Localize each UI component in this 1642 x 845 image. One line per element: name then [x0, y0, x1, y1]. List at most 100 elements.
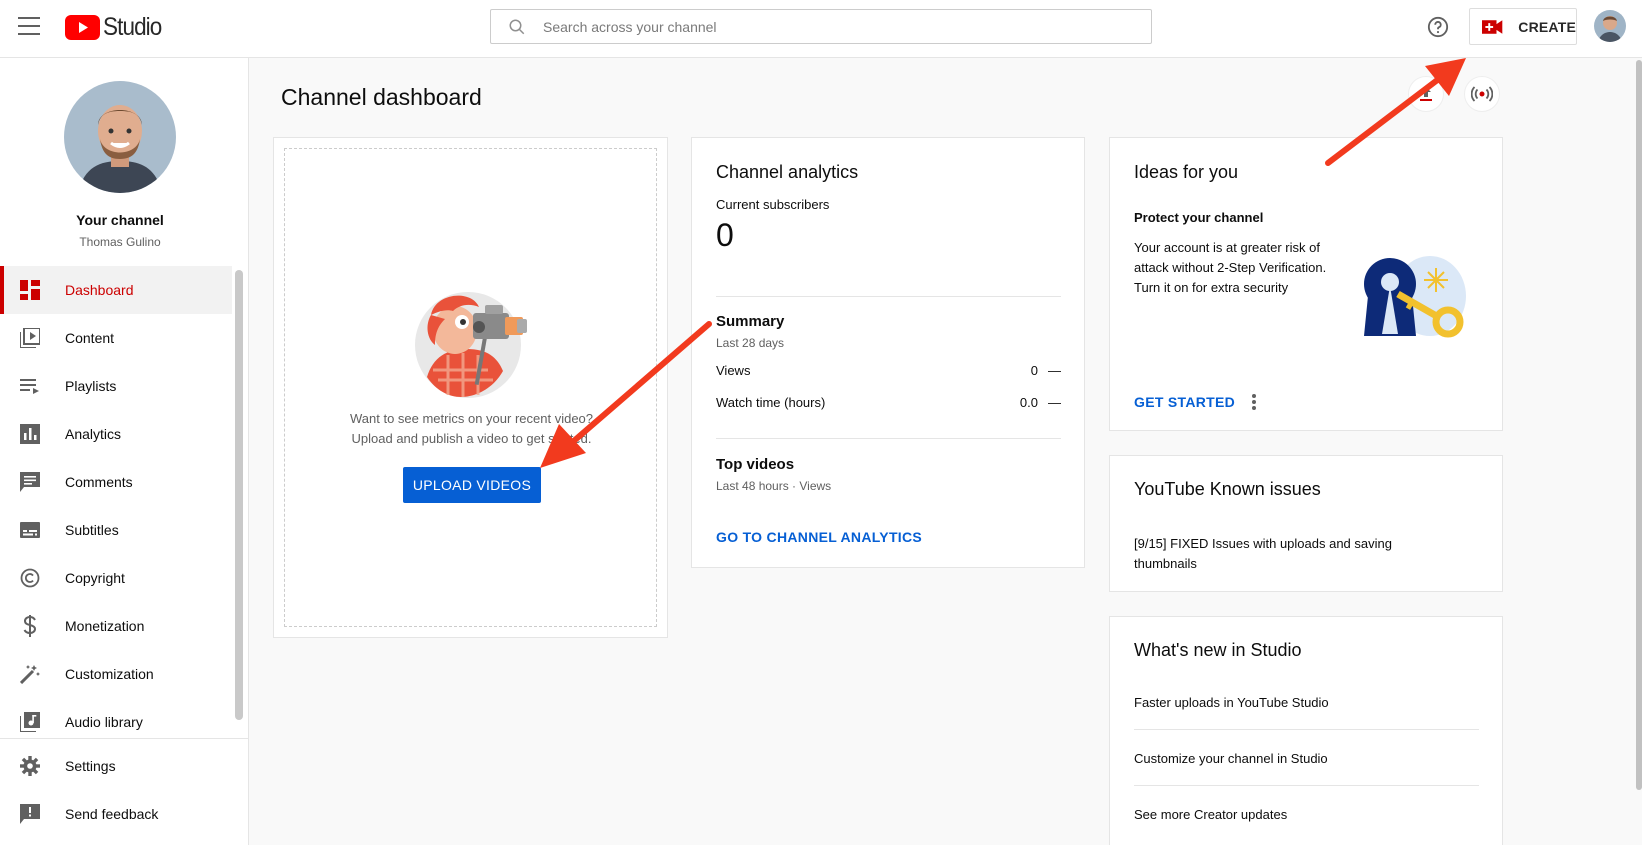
settings-icon	[18, 754, 42, 778]
youtube-logo-icon	[65, 15, 100, 40]
subtitles-icon	[18, 518, 42, 542]
sidebar-bottom: Settings Send feedback	[0, 738, 248, 838]
channel-title: Your channel	[76, 212, 164, 228]
ideas-card: Ideas for you Protect your channel Your …	[1109, 137, 1503, 431]
customization-icon	[18, 662, 42, 686]
sidebar-item-dashboard[interactable]: Dashboard	[0, 266, 232, 314]
help-icon[interactable]	[1427, 16, 1449, 43]
sidebar-item-subtitles[interactable]: Subtitles	[0, 506, 232, 554]
sidebar-item-label: Send feedback	[65, 806, 159, 822]
upload-message-line-2: Upload and publish a video to get starte…	[351, 431, 592, 446]
upload-icon[interactable]	[1408, 76, 1444, 112]
upload-card: Want to see metrics on your recent video…	[273, 137, 668, 638]
top-videos-period: Last 48 hours · Views	[716, 479, 832, 493]
page-scrollbar[interactable]	[1636, 60, 1642, 790]
divider	[716, 296, 1061, 297]
sidebar-item-label: Comments	[65, 474, 133, 490]
known-issues-title: YouTube Known issues	[1134, 479, 1321, 499]
metric-trend: —	[1048, 395, 1061, 410]
summary-title: Summary	[716, 313, 785, 330]
sidebar-item-playlists[interactable]: Playlists	[0, 362, 232, 410]
sidebar-item-monetization[interactable]: Monetization	[0, 602, 232, 650]
sidebar-item-label: Customization	[65, 666, 154, 682]
metric-label: Watch time (hours)	[716, 395, 826, 410]
current-subscribers-value: 0	[716, 217, 734, 253]
dashboard-icon	[18, 278, 42, 302]
upload-dropzone: Want to see metrics on your recent video…	[284, 148, 657, 627]
go-live-icon[interactable]	[1464, 76, 1500, 112]
sidebar-item-label: Playlists	[65, 378, 117, 394]
search-input[interactable]	[543, 18, 1103, 35]
more-vert-icon[interactable]	[1250, 394, 1258, 410]
whats-new-card: What's new in Studio Faster uploads in Y…	[1109, 616, 1503, 845]
sidebar-item-comments[interactable]: Comments	[0, 458, 232, 506]
sidebar-item-send-feedback[interactable]: Send feedback	[0, 790, 248, 838]
channel-avatar[interactable]	[64, 81, 176, 193]
news-item[interactable]: Faster uploads in YouTube Studio	[1134, 695, 1479, 710]
sidebar-item-analytics[interactable]: Analytics	[0, 410, 232, 458]
summary-period: Last 28 days	[716, 336, 785, 350]
search-box[interactable]	[490, 9, 1152, 44]
metric-row-watch-time: Watch time (hours) 0.0 —	[716, 395, 1061, 415]
metric-row-views: Views 0 —	[716, 363, 1061, 383]
divider	[716, 438, 1061, 439]
top-videos-title: Top videos	[716, 456, 795, 473]
divider	[1134, 729, 1479, 730]
comments-icon	[18, 470, 42, 494]
playlists-icon	[18, 374, 42, 398]
sidebar-scrollbar[interactable]	[235, 270, 243, 720]
logo-text: Studio	[103, 13, 162, 41]
audio-library-icon	[18, 710, 42, 734]
sidebar-item-settings[interactable]: Settings	[0, 742, 248, 790]
sidebar-item-label: Dashboard	[65, 282, 134, 298]
sidebar-item-label: Copyright	[65, 570, 125, 586]
camera-person-illustration	[413, 285, 538, 405]
create-label: CREATE	[1518, 18, 1576, 35]
key-lock-illustration	[1360, 256, 1475, 356]
sidebar-item-label: Monetization	[65, 618, 145, 634]
metric-value: 0.0	[1019, 395, 1038, 410]
known-issues-card: YouTube Known issues [9/15] FIXED Issues…	[1109, 455, 1503, 592]
sidebar-item-label: Audio library	[65, 714, 143, 730]
ideas-subtitle: Protect your channel	[1134, 210, 1264, 225]
create-button[interactable]: CREATE	[1469, 8, 1577, 45]
news-item[interactable]: Customize your channel in Studio	[1134, 751, 1479, 766]
news-item[interactable]: See more Creator updates	[1134, 807, 1479, 822]
upload-message-line-1: Want to see metrics on your recent video…	[349, 411, 594, 426]
get-started-link[interactable]: GET STARTED	[1134, 394, 1235, 410]
sidebar-item-label: Analytics	[65, 426, 122, 442]
sidebar-item-customization[interactable]: Customization	[0, 650, 232, 698]
channel-analytics-card: Channel analytics Current subscribers 0 …	[691, 137, 1085, 568]
metric-value: 0	[1030, 363, 1038, 378]
menu-icon[interactable]	[18, 17, 40, 35]
studio-logo[interactable]: Studio	[65, 13, 168, 42]
go-to-channel-analytics-link[interactable]: GO TO CHANNEL ANALYTICS	[716, 529, 922, 545]
ideas-title: Ideas for you	[1134, 162, 1239, 182]
sidebar-item-copyright[interactable]: Copyright	[0, 554, 232, 602]
top-bar: Studio CREATE	[0, 0, 1642, 58]
channel-name: Thomas Gulino	[79, 235, 161, 249]
search-icon	[509, 19, 525, 34]
upload-message: Want to see metrics on your recent video…	[285, 409, 658, 449]
copyright-icon	[18, 566, 42, 590]
sidebar-item-label: Subtitles	[65, 522, 119, 538]
analytics-icon	[18, 422, 42, 446]
page-title: Channel dashboard	[281, 84, 482, 110]
create-video-icon	[1482, 19, 1503, 34]
current-subscribers-label: Current subscribers	[716, 197, 830, 212]
sidebar-item-label: Settings	[65, 758, 116, 774]
divider	[1134, 785, 1479, 786]
sidebar-item-content[interactable]: Content	[0, 314, 232, 362]
sidebar-nav: Dashboard Content Playlists Analytics Co…	[0, 266, 232, 746]
sidebar: Your channel Thomas Gulino Dashboard Con…	[0, 58, 249, 845]
feedback-icon	[18, 802, 42, 826]
known-issue-item[interactable]: [9/15] FIXED Issues with uploads and sav…	[1134, 534, 1414, 574]
sidebar-item-label: Content	[65, 330, 115, 346]
account-avatar[interactable]	[1594, 10, 1626, 42]
whats-new-title: What's new in Studio	[1134, 640, 1302, 660]
metric-label: Views	[716, 363, 751, 378]
channel-analytics-title: Channel analytics	[716, 162, 859, 182]
monetization-icon	[18, 614, 42, 638]
upload-videos-button[interactable]: UPLOAD VIDEOS	[403, 467, 541, 503]
content-icon	[18, 326, 42, 350]
